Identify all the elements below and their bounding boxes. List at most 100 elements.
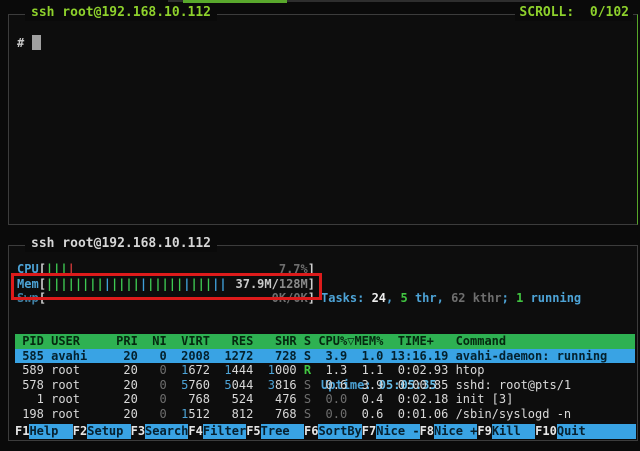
pri-cell: 20 bbox=[116, 407, 138, 422]
command-cell: avahi-daemon: running bbox=[456, 349, 635, 364]
col-mem[interactable]: ▽MEM% bbox=[347, 334, 383, 349]
cpu-cell: 0.6 bbox=[318, 378, 347, 393]
col-pid[interactable]: PID bbox=[15, 334, 44, 349]
state-cell: S bbox=[304, 349, 311, 364]
f1-key[interactable]: F1 bbox=[15, 424, 29, 439]
f10-quit-button[interactable]: Quit bbox=[557, 424, 600, 439]
col-cpu-sort[interactable]: CPU% bbox=[318, 334, 347, 349]
ni-cell: 0 bbox=[145, 363, 167, 378]
f1-help-button[interactable]: Help bbox=[29, 424, 72, 439]
f3-key[interactable]: F3 bbox=[131, 424, 145, 439]
process-row[interactable]: 1 root20 0 768 524 476 S 0.00.40:02.18 i… bbox=[15, 392, 635, 407]
text-cursor bbox=[32, 35, 41, 50]
command-cell: sshd: root@pts/1 bbox=[456, 378, 635, 393]
col-ni[interactable]: NI bbox=[145, 334, 167, 349]
mem-cell: 0.4 bbox=[347, 392, 383, 407]
mem-cell: 1.0 bbox=[347, 349, 383, 364]
cpu-cell: 0.0 bbox=[318, 392, 347, 407]
pri-cell: 20 bbox=[116, 349, 138, 364]
mem-meter: Mem[|||||||||||||||||||||||||37.9M/128M] bbox=[17, 277, 315, 292]
f3-search-button[interactable]: Search bbox=[145, 424, 188, 439]
command-cell: htop bbox=[456, 363, 635, 378]
f4-key[interactable]: F4 bbox=[188, 424, 202, 439]
f2-key[interactable]: F2 bbox=[73, 424, 87, 439]
f7-nice-minus-button[interactable]: Nice - bbox=[376, 424, 419, 439]
f7-key[interactable]: F7 bbox=[362, 424, 376, 439]
state-cell: S bbox=[304, 392, 311, 407]
time-cell: 0:00.85 bbox=[383, 378, 448, 393]
f9-kill-button[interactable]: Kill bbox=[492, 424, 535, 439]
bracket: [ bbox=[39, 291, 46, 306]
col-time[interactable]: TIME+ bbox=[383, 334, 448, 349]
state-cell: R bbox=[304, 363, 311, 378]
f8-nice-plus-button[interactable]: Nice + bbox=[434, 424, 477, 439]
fbar-filler bbox=[600, 424, 636, 439]
f6-sortby-button[interactable]: SortBy bbox=[318, 424, 361, 439]
mem-meter-value: 37.9M/128M bbox=[236, 277, 308, 292]
f4-filter-button[interactable]: Filter bbox=[203, 424, 246, 439]
f6-key[interactable]: F6 bbox=[304, 424, 318, 439]
f10-key[interactable]: F10 bbox=[535, 424, 557, 439]
swp-meter-value: 0K/0K bbox=[272, 291, 308, 306]
process-row[interactable]: 585 avahi20 0 2008 1272 728 S 3.91.013:1… bbox=[15, 349, 635, 364]
col-command[interactable]: Command bbox=[456, 334, 635, 349]
time-cell: 13:16.19 bbox=[383, 349, 448, 364]
prompt-char: # bbox=[17, 36, 24, 50]
mem-meter-bars: ||||||||||||||||||||||||| bbox=[46, 277, 227, 292]
tasks-line: Tasks: 24, 5 thr, 62 kthr; 1 running bbox=[321, 291, 581, 306]
bracket: ] bbox=[308, 277, 315, 292]
pri-cell: 20 bbox=[116, 392, 138, 407]
ni-cell: 0 bbox=[145, 392, 167, 407]
virt-cell: 5760 bbox=[174, 378, 210, 393]
shr-cell: 768 bbox=[261, 407, 297, 422]
shr-cell: 1000 bbox=[261, 363, 297, 378]
f8-key[interactable]: F8 bbox=[420, 424, 434, 439]
cpu-cell: 1.3 bbox=[318, 363, 347, 378]
terminal-screen: ssh root@192.168.10.112 SCROLL: 0/102 # … bbox=[0, 0, 640, 451]
mem-meter-label: Mem bbox=[17, 277, 39, 292]
f2-setup-button[interactable]: Setup bbox=[87, 424, 130, 439]
pane-htop[interactable]: ssh root@192.168.10.112 CPU[||||7.7%] Me… bbox=[8, 245, 638, 441]
ni-cell: 0 bbox=[145, 349, 167, 364]
process-table-header[interactable]: PID USER PRI NI VIRT RES SHR S CPU% ▽MEM… bbox=[15, 334, 635, 349]
col-user[interactable]: USER bbox=[51, 334, 116, 349]
process-row[interactable]: 589 root20 0 1672 1444 1000 R 1.31.10:02… bbox=[15, 363, 635, 378]
res-cell: 1272 bbox=[217, 349, 253, 364]
res-cell: 5044 bbox=[217, 378, 253, 393]
pane-shell[interactable]: ssh root@192.168.10.112 SCROLL: 0/102 # bbox=[8, 14, 638, 225]
col-res[interactable]: RES bbox=[217, 334, 253, 349]
state-cell: S bbox=[304, 378, 311, 393]
mem-cell: 0.6 bbox=[347, 407, 383, 422]
user-cell: root bbox=[51, 392, 116, 407]
scroll-indicator: SCROLL: 0/102 bbox=[515, 6, 633, 21]
col-shr[interactable]: SHR bbox=[261, 334, 297, 349]
bracket: ] bbox=[308, 262, 315, 277]
col-state[interactable]: S bbox=[304, 334, 311, 349]
process-row[interactable]: 198 root20 0 1512 812 768 S 0.00.60:01.0… bbox=[15, 407, 635, 422]
virt-cell: 1512 bbox=[174, 407, 210, 422]
swp-meter-label: Swp bbox=[17, 291, 39, 306]
process-row[interactable]: 578 root20 0 5760 5044 3816 S 0.63.90:00… bbox=[15, 378, 635, 393]
shr-cell: 728 bbox=[261, 349, 297, 364]
col-pri[interactable]: PRI bbox=[116, 334, 138, 349]
shell-prompt[interactable]: # bbox=[17, 35, 41, 51]
res-cell: 812 bbox=[217, 407, 253, 422]
function-key-bar: F1Help F2Setup F3SearchF4FilterF5Tree F6… bbox=[15, 424, 636, 439]
pri-cell: 20 bbox=[116, 363, 138, 378]
mem-cell: 3.9 bbox=[347, 378, 383, 393]
f5-tree-button[interactable]: Tree bbox=[261, 424, 304, 439]
pid-cell: 589 bbox=[15, 363, 44, 378]
time-cell: 0:02.93 bbox=[383, 363, 448, 378]
pid-cell: 585 bbox=[15, 349, 44, 364]
swp-meter-bar-area: 0K/0K bbox=[46, 291, 308, 306]
virt-cell: 768 bbox=[174, 392, 210, 407]
col-virt[interactable]: VIRT bbox=[174, 334, 210, 349]
cpu-meter-value: 7.7% bbox=[279, 262, 308, 277]
user-cell: root bbox=[51, 363, 116, 378]
f9-key[interactable]: F9 bbox=[477, 424, 491, 439]
f5-key[interactable]: F5 bbox=[246, 424, 260, 439]
cpu-meter-label: CPU bbox=[17, 262, 39, 277]
state-cell: S bbox=[304, 407, 311, 422]
virt-cell: 1672 bbox=[174, 363, 210, 378]
command-cell: /sbin/syslogd -n bbox=[456, 407, 635, 422]
